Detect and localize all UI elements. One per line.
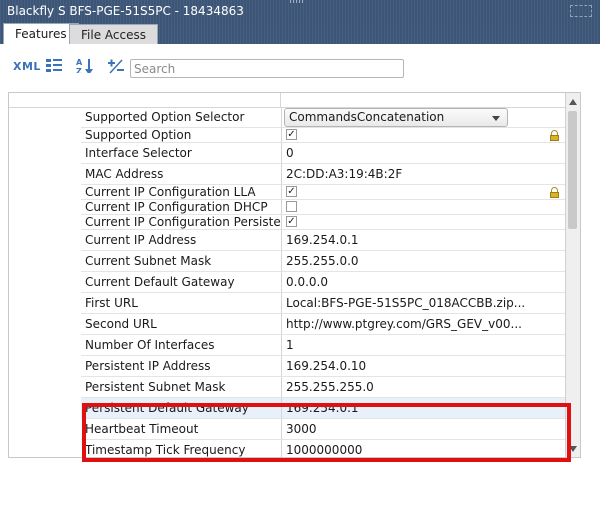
feature-name: Current IP Configuration DHCP — [81, 200, 281, 215]
feature-value[interactable]: 255.255.255.0 — [281, 377, 566, 398]
window-maximize-button[interactable] — [570, 5, 592, 17]
feature-value[interactable]: 255.255.0.0 — [281, 251, 566, 272]
feature-name: MAC Address — [81, 164, 281, 185]
feature-row[interactable]: Current IP Configuration Persiste... ✓ — [9, 215, 566, 230]
feature-row[interactable]: MAC Address 2C:DD:A3:19:4B:2F — [9, 164, 566, 185]
feature-value[interactable]: 169.254.0.1 — [281, 230, 566, 251]
feature-row[interactable]: Number Of Interfaces 1 — [9, 335, 566, 356]
feature-name: First URL — [81, 293, 281, 314]
plus-minus-icon[interactable] — [107, 58, 125, 74]
feature-value[interactable]: 2C:DD:A3:19:4B:2F — [281, 164, 566, 185]
grid-header — [9, 93, 566, 108]
feature-row[interactable]: Persistent IP Address 169.254.0.10 — [9, 356, 566, 377]
sort-az-icon[interactable]: A Z — [75, 57, 95, 73]
dropdown-value: CommandsConcatenation — [289, 110, 445, 124]
lock-icon — [550, 130, 559, 141]
features-panel: XML A Z Supported Option Selector Command… — [0, 44, 600, 532]
tab-file-access[interactable]: File Access — [69, 24, 158, 44]
feature-name: Supported Option — [81, 128, 281, 143]
scroll-up-icon[interactable] — [569, 99, 577, 105]
feature-row[interactable]: Current Default Gateway 0.0.0.0 — [9, 272, 566, 293]
feature-value-cell[interactable] — [281, 200, 566, 215]
column-separator[interactable] — [280, 93, 281, 107]
lock-icon — [550, 187, 559, 198]
feature-row[interactable]: Second URL http://www.ptgrey.com/GRS_GEV_… — [9, 314, 566, 335]
feature-value[interactable]: 0.0.0.0 — [281, 272, 566, 293]
feature-row[interactable]: Current IP Configuration LLA ✓ — [9, 185, 566, 200]
feature-checkbox[interactable]: ✓ — [286, 186, 297, 197]
feature-name: Current IP Configuration Persiste... — [81, 215, 281, 230]
feature-row[interactable]: Persistent Subnet Mask 255.255.255.0 — [9, 377, 566, 398]
svg-text:A: A — [76, 58, 83, 67]
search-input[interactable] — [130, 59, 404, 78]
feature-value-cell[interactable]: ✓ — [281, 128, 566, 143]
feature-value[interactable]: http://www.ptgrey.com/GRS_GEV_v00... — [281, 314, 566, 335]
title-bar: Blackfly S BFS-PGE-51S5PC - 18434863 — [0, 0, 600, 22]
window-title: Blackfly S BFS-PGE-51S5PC - 18434863 — [7, 4, 244, 18]
feature-value[interactable]: 169.254.0.10 — [281, 356, 566, 377]
feature-row[interactable]: Current IP Configuration DHCP — [9, 200, 566, 215]
feature-value-cell[interactable]: CommandsConcatenation — [281, 107, 566, 128]
feature-row[interactable]: First URL Local:BFS-PGE-51S5PC_018ACCBB.z… — [9, 293, 566, 314]
drag-grip-icon[interactable] — [290, 0, 304, 3]
scroll-thumb[interactable] — [568, 111, 577, 229]
feature-name: Current Default Gateway — [81, 272, 281, 293]
feature-name: Current IP Address — [81, 230, 281, 251]
feature-row[interactable]: Supported Option ✓ — [9, 128, 566, 143]
feature-checkbox[interactable] — [286, 201, 297, 212]
feature-row[interactable]: Supported Option Selector CommandsConcate… — [9, 107, 566, 128]
feature-name: Persistent Subnet Mask — [81, 377, 281, 398]
feature-value-cell[interactable]: ✓ — [281, 215, 566, 230]
feature-row[interactable]: Interface Selector 0 — [9, 143, 566, 164]
list-view-icon[interactable] — [45, 58, 63, 74]
feature-value[interactable]: 0 — [281, 143, 566, 164]
feature-name: Number Of Interfaces — [81, 335, 281, 356]
xml-icon[interactable]: XML — [13, 60, 41, 76]
feature-name: Second URL — [81, 314, 281, 335]
feature-name: Current IP Configuration LLA — [81, 185, 281, 200]
feature-name: Current Subnet Mask — [81, 251, 281, 272]
tab-features[interactable]: Features — [3, 23, 79, 45]
feature-row[interactable]: Current Subnet Mask 255.255.0.0 — [9, 251, 566, 272]
feature-value[interactable]: 1 — [281, 335, 566, 356]
feature-name: Persistent IP Address — [81, 356, 281, 377]
feature-value-cell[interactable]: ✓ — [281, 185, 566, 200]
feature-value[interactable]: Local:BFS-PGE-51S5PC_018ACCBB.zip... — [281, 293, 566, 314]
chevron-down-icon — [492, 116, 500, 121]
feature-checkbox[interactable]: ✓ — [286, 129, 297, 140]
svg-text:Z: Z — [76, 67, 82, 73]
tab-bar: Features File Access — [0, 22, 600, 45]
feature-row[interactable]: Current IP Address 169.254.0.1 — [9, 230, 566, 251]
option-selector-dropdown[interactable]: CommandsConcatenation — [284, 108, 508, 127]
feature-name: Interface Selector — [81, 143, 281, 164]
feature-checkbox[interactable]: ✓ — [286, 216, 297, 227]
feature-name: Supported Option Selector — [81, 107, 281, 128]
highlight-box — [82, 403, 571, 462]
